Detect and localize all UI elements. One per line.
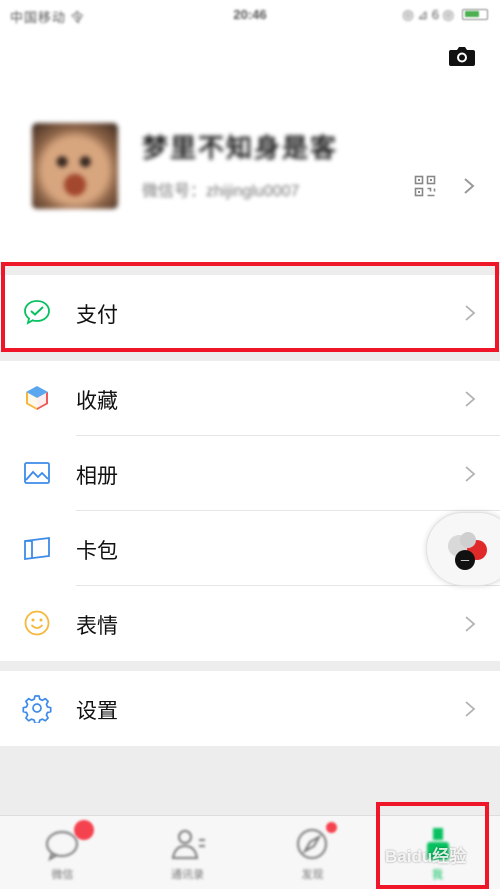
- menu-item-stickers[interactable]: 表情: [0, 586, 500, 661]
- card-wallet-icon: [22, 533, 52, 563]
- tab-discover[interactable]: 发现: [250, 816, 375, 889]
- tab-label: 通讯录: [171, 869, 204, 881]
- gear-icon: [22, 693, 52, 725]
- floating-ball-widget[interactable]: 一: [426, 512, 500, 586]
- tab-contacts[interactable]: 通讯录: [125, 816, 250, 889]
- profile-header[interactable]: 梦里不知身是客 微信号：zhijinglu0007: [0, 30, 500, 262]
- profile-nickname: 梦里不知身是客: [142, 133, 339, 163]
- tab-chats[interactable]: 微信: [0, 816, 125, 889]
- smiley-icon: [22, 608, 52, 638]
- favorites-cube-icon: [22, 383, 52, 413]
- menu-item-settings[interactable]: 设置: [0, 671, 500, 746]
- favorites-label: 收藏: [76, 389, 118, 413]
- menu-item-favorites[interactable]: 收藏: [0, 361, 500, 436]
- svg-text:一: 一: [460, 557, 469, 567]
- chevron-right-icon: [464, 699, 476, 719]
- album-image-icon: [22, 458, 52, 488]
- avatar[interactable]: [32, 123, 118, 209]
- chevron-right-icon: [464, 464, 476, 484]
- settings-group: 设置: [0, 671, 500, 746]
- unread-badge: [74, 820, 94, 840]
- payment-icon: [22, 297, 52, 327]
- menu-item-payment[interactable]: 支付: [0, 275, 500, 350]
- tab-label: 微信: [51, 869, 74, 881]
- services-group: 收藏 相册 卡包 表情: [0, 361, 500, 661]
- chevron-right-icon: [464, 303, 476, 323]
- tab-label: 我: [432, 869, 443, 881]
- watermark: Baidu经验: [385, 847, 467, 866]
- payment-label: 支付: [76, 303, 118, 327]
- chevron-right-icon: [464, 389, 476, 409]
- payment-group: 支付: [0, 275, 500, 350]
- qr-code-icon[interactable]: [414, 175, 436, 197]
- settings-label: 设置: [76, 699, 118, 723]
- menu-item-cards[interactable]: 卡包: [0, 511, 500, 586]
- wechat-id: 微信号：zhijinglu0007: [142, 183, 300, 200]
- chevron-right-icon: [464, 614, 476, 634]
- chevron-right-icon: [462, 176, 476, 196]
- status-bar: 中国移动 令 20:46 ◎ ⊿ 6 ◎: [0, 0, 500, 30]
- tab-label: 发现: [301, 869, 324, 881]
- camera-icon[interactable]: [448, 45, 476, 67]
- status-icons: ◎ ⊿ 6 ◎: [402, 7, 454, 22]
- menu-item-album[interactable]: 相册: [0, 436, 500, 511]
- contacts-icon: [167, 826, 209, 862]
- new-dot-badge: [326, 822, 337, 833]
- album-label: 相册: [76, 464, 118, 488]
- stickers-label: 表情: [76, 614, 118, 638]
- battery-icon: [462, 9, 488, 20]
- cards-label: 卡包: [76, 539, 118, 563]
